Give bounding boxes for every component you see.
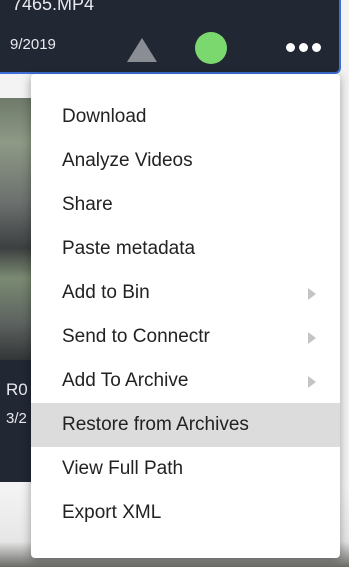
more-dot: [286, 43, 295, 52]
menu-item-export-xml[interactable]: Export XML: [31, 491, 340, 535]
menu-item-download[interactable]: Download: [31, 95, 340, 139]
menu-item-label: Share: [62, 194, 113, 215]
asset-date-secondary: 3/2: [6, 410, 27, 427]
asset-filename: 7465.MP4: [12, 0, 95, 14]
asset-date: 9/2019: [10, 36, 56, 53]
menu-item-label: Analyze Videos: [62, 150, 193, 171]
submenu-arrow-icon: [308, 288, 316, 300]
menu-item-analyze-videos[interactable]: Analyze Videos: [31, 139, 340, 183]
more-options-icon[interactable]: [286, 43, 321, 52]
menu-item-label: Download: [62, 106, 147, 127]
menu-item-label: Add to Bin: [62, 282, 150, 303]
submenu-arrow-icon: [308, 376, 316, 388]
menu-item-label: Paste metadata: [62, 238, 196, 259]
menu-item-add-to-archive[interactable]: Add To Archive: [31, 359, 340, 403]
menu-item-send-to-connectr[interactable]: Send to Connectr: [31, 315, 340, 359]
context-menu: Download Analyze Videos Share Paste meta…: [31, 74, 340, 558]
submenu-arrow-icon: [308, 332, 316, 344]
menu-item-add-to-bin[interactable]: Add to Bin: [31, 271, 340, 315]
menu-item-share[interactable]: Share: [31, 183, 340, 227]
asset-card[interactable]: 7465.MP4 9/2019: [0, 0, 341, 74]
menu-item-view-full-path[interactable]: View Full Path: [31, 447, 340, 491]
menu-item-label: Send to Connectr: [62, 326, 210, 347]
menu-item-restore-from-archives[interactable]: Restore from Archives: [31, 403, 340, 447]
menu-item-label: Add To Archive: [62, 370, 189, 391]
menu-item-label: View Full Path: [62, 458, 184, 479]
menu-item-label: Restore from Archives: [62, 414, 249, 435]
status-dot-icon: [195, 32, 227, 64]
menu-item-paste-metadata[interactable]: Paste metadata: [31, 227, 340, 271]
more-dot: [312, 43, 321, 52]
warning-triangle-icon: [127, 38, 157, 62]
menu-item-label: Export XML: [62, 502, 162, 523]
more-dot: [299, 43, 308, 52]
asset-filename-secondary: R0: [6, 380, 28, 399]
